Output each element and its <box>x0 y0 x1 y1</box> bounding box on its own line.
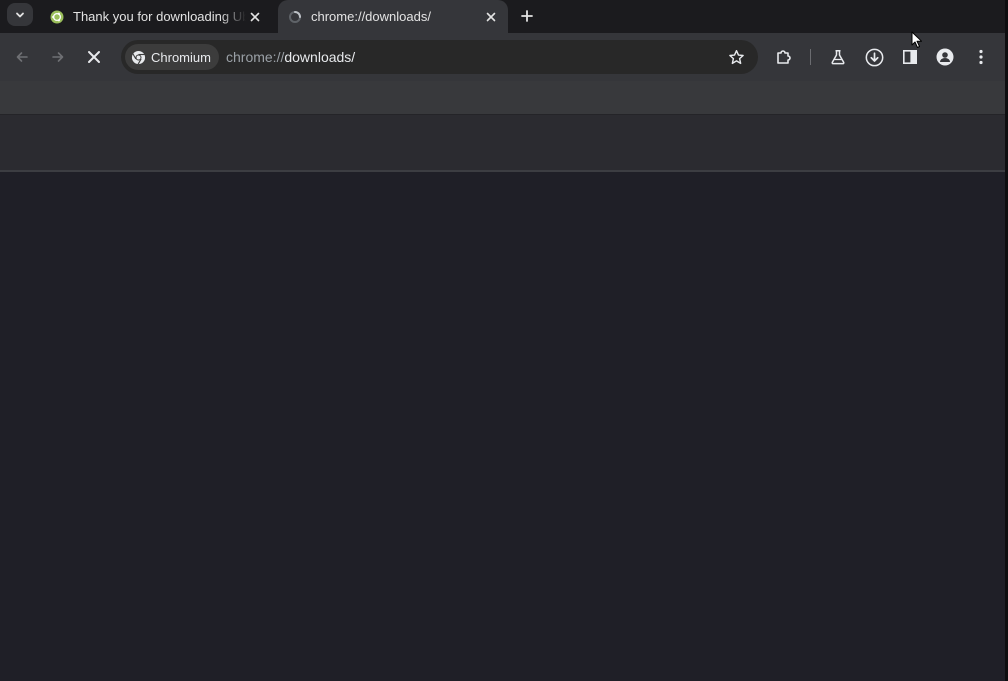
chrome-labs-button[interactable] <box>826 45 850 69</box>
plus-icon <box>521 10 533 22</box>
main-menu-button[interactable] <box>969 45 993 69</box>
close-icon <box>87 50 101 64</box>
browser-window: Thank you for downloading Ubuntu Desktop… <box>0 0 1008 681</box>
url-path: downloads/ <box>284 49 356 65</box>
downloads-button[interactable] <box>862 45 886 69</box>
bookmark-star-icon <box>728 49 745 66</box>
ubuntu-favicon-icon <box>49 9 65 25</box>
tab-search-button[interactable] <box>7 3 33 26</box>
tab-strip: Thank you for downloading Ubuntu Desktop… <box>0 0 1008 33</box>
url-scheme: chrome:// <box>226 49 285 65</box>
url-text[interactable]: chrome://downloads/ <box>226 40 355 74</box>
close-icon <box>486 12 496 22</box>
close-tab-button[interactable] <box>246 8 264 26</box>
chevron-down-icon <box>14 9 26 21</box>
downloads-page-subheader <box>0 114 1008 171</box>
menu-icon <box>979 49 983 65</box>
chip-label: Chromium <box>151 49 211 65</box>
new-tab-button[interactable] <box>515 4 539 28</box>
extensions-button[interactable] <box>772 45 796 69</box>
stop-loading-button[interactable] <box>82 45 106 69</box>
arrow-right-icon <box>50 49 66 65</box>
downloads-page-header <box>0 81 1008 114</box>
close-tab-button[interactable] <box>482 8 500 26</box>
tab-title: Thank you for downloading Ubuntu Desktop <box>73 9 246 24</box>
arrow-left-icon <box>14 49 30 65</box>
side-panel-icon <box>902 49 918 65</box>
extensions-icon <box>775 48 793 66</box>
profile-icon <box>936 48 954 66</box>
bookmark-button[interactable] <box>727 48 745 66</box>
mouse-cursor-icon <box>911 31 923 49</box>
site-info-chip[interactable]: Chromium <box>125 44 219 70</box>
loading-spinner-icon <box>287 9 303 25</box>
profile-button[interactable] <box>933 45 957 69</box>
tab-title: chrome://downloads/ <box>311 9 431 24</box>
close-icon <box>250 12 260 22</box>
back-button[interactable] <box>10 45 34 69</box>
downloads-icon <box>865 48 884 67</box>
chromium-logo-icon <box>131 50 146 65</box>
toolbar-separator <box>810 49 811 65</box>
downloads-page-content <box>0 172 1008 681</box>
address-bar[interactable]: Chromium chrome://downloads/ <box>121 40 758 74</box>
tab-downloads[interactable]: chrome://downloads/ <box>278 0 508 33</box>
labs-flask-icon <box>830 49 846 65</box>
forward-button[interactable] <box>46 45 70 69</box>
toolbar: Chromium chrome://downloads/ <box>0 33 1008 81</box>
tab-ubuntu-download[interactable]: Thank you for downloading Ubuntu Desktop <box>40 0 272 33</box>
